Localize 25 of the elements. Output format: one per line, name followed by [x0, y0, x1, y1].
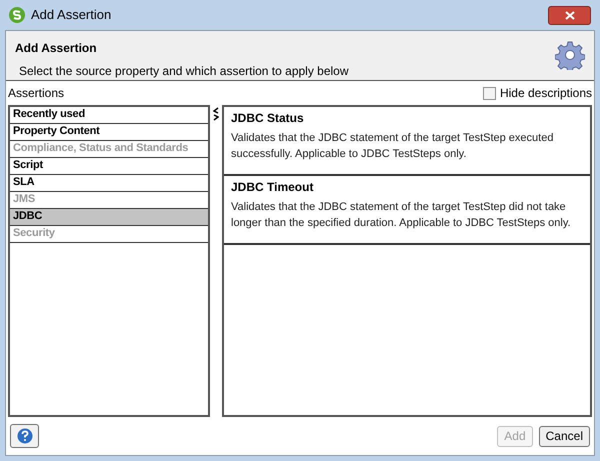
- category-item[interactable]: JDBC: [10, 209, 208, 226]
- app-logo-icon: [9, 7, 25, 23]
- gear-icon: [555, 40, 585, 70]
- category-item[interactable]: Property Content: [10, 124, 208, 141]
- assertion-description: Validates that the JDBC statement of the target TestStep executed successfully. Applicable to JDBC TestSteps only.: [231, 131, 554, 162]
- category-item[interactable]: SLA: [10, 175, 208, 192]
- header-subtitle: Select the source property and which assertion to apply below: [19, 63, 349, 80]
- assertion-name: JDBC Timeout: [231, 179, 314, 196]
- close-button[interactable]: [548, 6, 591, 24]
- dialog-button[interactable]: Cancel: [538, 426, 590, 446]
- assertions-label: Assertions: [8, 85, 64, 102]
- assertion-item[interactable]: JDBC Timeout Validates that the JDBC statement of the target TestStep did not take longer than the specified duration. Applicable to JDBC TestSteps only.: [224, 176, 590, 245]
- hide-descriptions-label: Hide descriptions: [500, 85, 592, 102]
- close-icon: [564, 10, 574, 20]
- help-button[interactable]: [10, 424, 39, 448]
- help-icon: [16, 428, 32, 444]
- assertion-description: Validates that the JDBC statement of the target TestStep did not take longer than the specified duration. Applicable to JDBC TestSteps only.: [231, 200, 572, 231]
- header-title: Add Assertion: [15, 40, 98, 57]
- category-item[interactable]: Recently used: [10, 107, 208, 124]
- hide-descriptions-checkbox[interactable]: [482, 86, 496, 100]
- splitter-arrows-icon[interactable]: [213, 107, 219, 121]
- category-item[interactable]: Script: [10, 158, 208, 175]
- window-title: Add Assertion: [31, 6, 112, 24]
- assertion-item[interactable]: JDBC Status Validates that the JDBC statement of the target TestStep executed successfully. Applicable to JDBC TestSteps only.: [224, 107, 590, 176]
- assertion-name: JDBC Status: [231, 110, 305, 127]
